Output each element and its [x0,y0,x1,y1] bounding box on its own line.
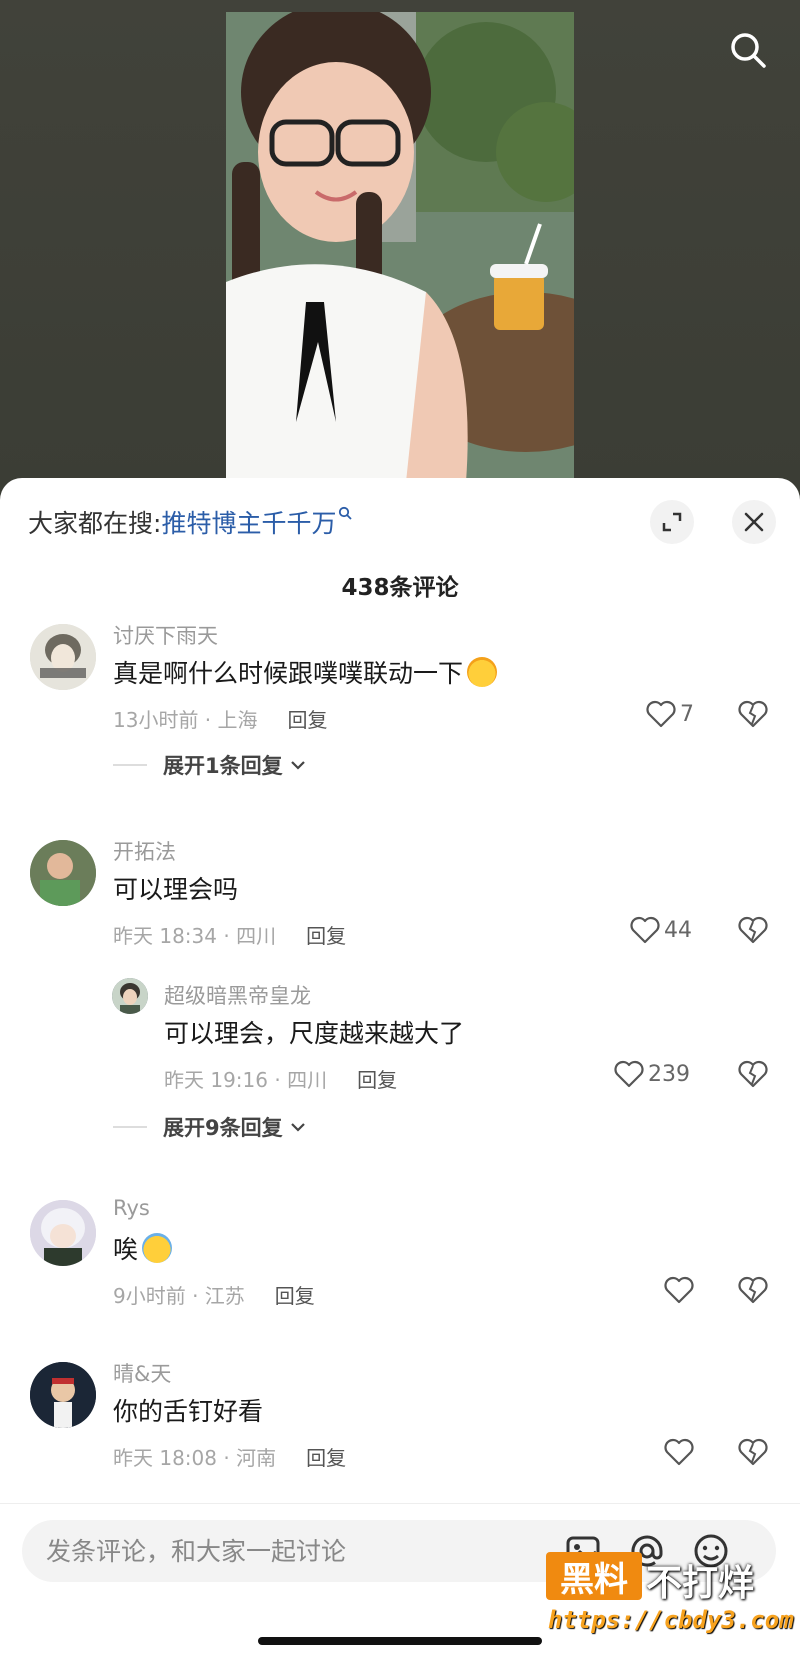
heart-icon [664,1276,694,1304]
comment-text: 可以理会吗 [113,875,239,904]
comment-text-content: 真是啊什么时候跟噗噗联动一下 [113,659,464,688]
comment-text: 真是啊什么时候跟噗噗联动一下 [113,654,498,690]
search-icon [731,33,766,68]
comment-input[interactable] [44,1535,508,1567]
reply-text: 可以理会，尺度越来越大了 [164,1019,465,1048]
smiling-face-emoji [467,657,498,687]
dislike-button[interactable] [738,700,768,732]
broken-heart-icon [738,1060,768,1088]
like-button[interactable]: 239 [614,1060,690,1088]
comment-time-location: 13小时前 · 上海 [113,708,258,732]
reply-button[interactable]: 回复 [306,924,346,948]
comment-time-location: 昨天 18:34 · 四川 [113,924,277,948]
reply-button[interactable]: 回复 [288,708,328,732]
video-frame-illustration [226,12,574,482]
reply-button[interactable]: 回复 [275,1284,315,1308]
watermark-badge: 黑料 [546,1552,642,1600]
chevron-down-icon [290,1123,305,1132]
comment-time-location: 9小时前 · 江苏 [113,1284,245,1308]
heart-icon [646,700,676,728]
comment-text-content: 唉 [113,1235,139,1264]
avatar[interactable] [30,624,96,690]
comment-username[interactable]: 开拓法 [113,836,176,866]
expand-replies-label: 展开9条回复 [163,1116,283,1140]
heart-icon [630,916,660,944]
expand-icon [662,512,682,532]
search-button[interactable] [726,28,770,72]
reply-button[interactable]: 回复 [357,1068,397,1092]
reply-time-location: 昨天 19:16 · 四川 [164,1068,328,1092]
avatar[interactable] [30,1362,96,1428]
dislike-button[interactable] [738,916,768,948]
divider-line [113,1126,147,1128]
chevron-down-icon [290,761,305,770]
expand-replies-button[interactable]: 展开9条回复 [113,1112,307,1142]
watermark: 黑料 不打烊 https://cbdy3.com [546,1552,796,1652]
comment-username[interactable]: 讨厌下雨天 [113,620,218,650]
video-thumbnail[interactable] [226,12,574,482]
comments-sheet: 大家都在搜: 推特博主千千万 438条评论 讨厌下雨天 真是啊什么时候跟噗噗联动… [0,478,800,1660]
like-button[interactable]: 44 [630,916,692,944]
broken-heart-icon [738,1276,768,1304]
trending-search-bar: 大家都在搜: 推特博主千千万 [28,502,353,542]
expand-replies-button[interactable]: 展开1条回复 [113,750,307,780]
comment-text: 唉 [113,1230,173,1266]
dislike-button[interactable] [738,1060,768,1092]
like-button[interactable] [664,1276,698,1304]
avatar[interactable] [30,840,96,906]
home-indicator[interactable] [258,1637,542,1645]
comment-meta: 昨天 18:08 · 河南 回复 [113,1442,346,1471]
broken-heart-icon [738,1438,768,1466]
expand-replies-label: 展开1条回复 [163,754,283,778]
comment-count: 438条评论 [341,575,459,601]
input-divider [0,1503,800,1504]
reply-button[interactable]: 回复 [306,1446,346,1470]
heart-icon [614,1060,644,1088]
comment-time-location: 昨天 18:08 · 河南 [113,1446,277,1470]
dislike-button[interactable] [738,1276,768,1308]
reply-username[interactable]: 超级暗黑帝皇龙 [164,980,311,1010]
comment-meta: 13小时前 · 上海 回复 [113,704,328,733]
like-button[interactable] [664,1438,698,1466]
crying-face-emoji [142,1233,173,1263]
divider-line [113,764,147,766]
heart-icon [664,1438,694,1466]
close-button[interactable] [732,500,776,544]
comment-username[interactable]: 晴&天 [113,1358,171,1388]
watermark-url: https://cbdy3.com [548,1606,794,1634]
comment-text: 你的舌钉好看 [113,1397,264,1426]
like-button[interactable]: 7 [646,700,694,728]
small-search-icon [338,505,353,524]
comment-meta: 昨天 18:34 · 四川 回复 [113,920,346,949]
broken-heart-icon [738,916,768,944]
dislike-button[interactable] [738,1438,768,1470]
trending-search-prefix: 大家都在搜: [28,509,162,538]
close-icon [744,512,764,532]
like-count: 44 [664,917,692,943]
reply-meta: 昨天 19:16 · 四川 回复 [164,1064,397,1093]
trending-search-link[interactable]: 推特博主千千万 [161,504,336,540]
watermark-text: 不打烊 [646,1563,755,1604]
expand-button[interactable] [650,500,694,544]
comment-username[interactable]: Rys [113,1196,150,1220]
like-count: 239 [648,1061,690,1087]
comment-meta: 9小时前 · 江苏 回复 [113,1280,315,1309]
like-count: 7 [680,701,694,727]
avatar[interactable] [30,1200,96,1266]
reply-avatar[interactable] [112,978,148,1014]
broken-heart-icon [738,700,768,728]
video-player[interactable] [0,0,800,490]
